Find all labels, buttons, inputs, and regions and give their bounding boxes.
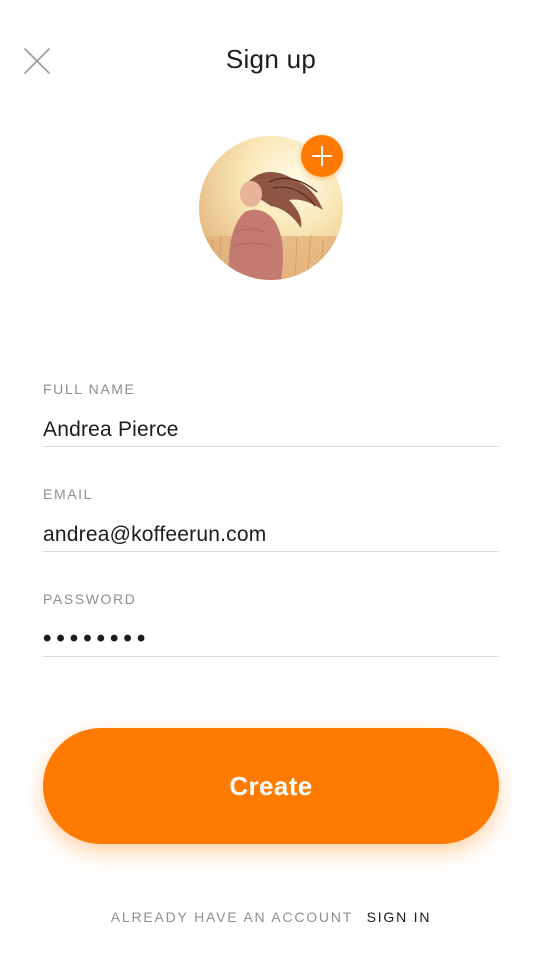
create-button[interactable]: Create: [43, 728, 499, 844]
page-title: Sign up: [225, 44, 317, 74]
email-input[interactable]: andrea@koffeerun.com: [43, 521, 499, 549]
password-label: PASSWORD: [43, 591, 137, 607]
full-name-field[interactable]: FULL NAME Andrea Pierce: [43, 380, 499, 454]
already-have-account-text: ALREADY HAVE AN ACCOUNT: [110, 909, 353, 925]
add-photo-button[interactable]: [301, 135, 343, 177]
plus-icon: [312, 146, 332, 166]
full-name-label: FULL NAME: [43, 381, 136, 397]
email-label: EMAIL: [43, 486, 94, 502]
email-field[interactable]: EMAIL andrea@koffeerun.com: [43, 485, 499, 559]
full-name-divider: [43, 446, 499, 447]
password-input[interactable]: ••••••••: [43, 626, 499, 654]
full-name-input[interactable]: Andrea Pierce: [43, 416, 499, 444]
email-divider: [43, 551, 499, 552]
create-button-label: Create: [229, 770, 313, 801]
sign-in-link[interactable]: SIGN IN: [367, 909, 432, 925]
sign-in-prompt: ALREADY HAVE AN ACCOUNT SIGN IN: [0, 909, 542, 925]
password-divider: [43, 656, 499, 657]
password-field[interactable]: PASSWORD ••••••••: [43, 590, 499, 664]
avatar-container: [199, 135, 343, 280]
